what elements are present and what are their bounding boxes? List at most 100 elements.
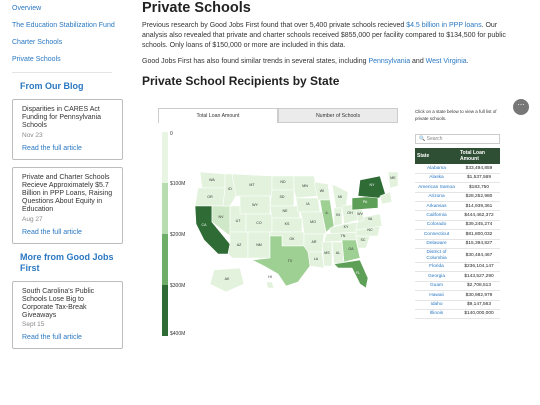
table-row[interactable]: District of Columbia $30,484,467 <box>415 248 500 264</box>
state-link[interactable]: Georgia <box>415 271 458 282</box>
loan-amount: $30,982,979 <box>458 290 500 301</box>
table-row[interactable]: Idaho $9,147,563 <box>415 300 500 310</box>
column-header-total-loan[interactable]: Total Loan Amount <box>458 148 500 164</box>
state-label: NY <box>370 183 376 187</box>
state-label: LA <box>314 257 319 261</box>
state-table-panel: Click on a state below to view a full li… <box>415 109 500 326</box>
state-label: MN <box>302 184 308 188</box>
sidebar-divider <box>12 72 112 73</box>
state-link[interactable]: Alaska <box>415 173 458 184</box>
read-article-link[interactable]: Read the full article <box>22 145 114 153</box>
state-label: ID <box>228 187 232 191</box>
state-link[interactable]: Colorado <box>415 220 458 231</box>
column-header-state[interactable]: State <box>415 148 458 164</box>
table-row[interactable]: Connecticut $81,800,032 <box>415 229 500 240</box>
state-label: TX <box>288 259 293 263</box>
sidebar-link-private-schools[interactable]: Private Schools <box>12 51 124 68</box>
west-virginia-link[interactable]: West Virginia <box>426 58 467 65</box>
state-HI[interactable] <box>265 281 275 289</box>
table-row[interactable]: Guam $2,708,513 <box>415 281 500 292</box>
table-row[interactable]: California $444,462,372 <box>415 210 500 221</box>
state-link[interactable]: Arizona <box>415 192 458 203</box>
search-input[interactable]: 🔍 Search <box>415 134 500 144</box>
state-label: GA <box>348 247 354 251</box>
state-link[interactable]: Delaware <box>415 239 458 250</box>
state-link[interactable]: American Samoa <box>415 182 458 193</box>
state-link[interactable]: California <box>415 210 458 221</box>
table-row[interactable]: Alabama $33,494,859 <box>415 164 500 174</box>
loan-amount: $28,252,980 <box>458 192 500 203</box>
state-label: WA <box>209 178 215 182</box>
table-row[interactable]: Colorado $39,245,274 <box>415 220 500 231</box>
state-NY[interactable] <box>357 175 387 199</box>
table-row[interactable]: Hawaii $30,982,979 <box>415 290 500 301</box>
table-row[interactable]: Arizona $28,252,980 <box>415 192 500 203</box>
state-ME[interactable] <box>387 171 399 189</box>
more-options-icon[interactable]: ⋯ <box>513 99 529 115</box>
loan-amount: $444,462,372 <box>458 210 500 221</box>
table-row[interactable]: Georgia $143,527,290 <box>415 271 500 282</box>
search-placeholder: Search <box>426 136 443 142</box>
trends-and: and <box>410 58 426 65</box>
table-row[interactable]: Illinois $140,000,000 <box>415 309 500 320</box>
table-scroll[interactable]: State Total Loan Amount Alabama $33,494,8… <box>415 144 500 326</box>
read-article-link[interactable]: Read the full article <box>22 229 114 237</box>
card-date: Aug 27 <box>22 215 43 223</box>
state-label: MS <box>324 251 330 255</box>
state-link[interactable]: Florida <box>415 262 458 273</box>
state-label: IL <box>326 211 329 215</box>
state-link[interactable]: Hawaii <box>415 290 458 301</box>
state-label: OR <box>207 195 213 199</box>
state-label: PA <box>363 200 368 204</box>
state-label: FL <box>356 271 360 275</box>
state-label: VA <box>368 217 373 221</box>
sidebar-link-education-stabilization-fund[interactable]: The Education Stabilization Fund <box>12 17 124 34</box>
read-article-link[interactable]: Read the full article <box>22 334 114 342</box>
loan-amount: $143,527,290 <box>458 271 500 282</box>
trends-paragraph: Good Jobs First has also found similar t… <box>142 57 522 67</box>
state-label: HI <box>268 275 272 279</box>
pennsylvania-link[interactable]: Pennsylvania <box>368 58 410 65</box>
state-link[interactable]: Idaho <box>415 300 458 310</box>
state-link[interactable]: Connecticut <box>415 229 458 240</box>
sidebar-link-charter-schools[interactable]: Charter Schools <box>12 34 124 51</box>
main-content: Private Schools Previous research by Goo… <box>142 0 522 88</box>
state-IN[interactable] <box>333 207 343 227</box>
state-label: NE <box>283 209 289 213</box>
legend-label: $400M <box>170 331 186 337</box>
trends-text: Good Jobs First has also found similar t… <box>142 58 369 65</box>
table-row[interactable]: American Samoa $183,750 <box>415 182 500 193</box>
state-link[interactable]: Arkansas <box>415 201 458 212</box>
table-row[interactable]: Alaska $1,537,569 <box>415 173 500 184</box>
state-label: KY <box>344 225 349 229</box>
state-link[interactable]: Alabama <box>415 164 458 174</box>
state-label: SD <box>280 195 285 199</box>
state-label: ME <box>390 176 396 180</box>
sidebar-link-overview[interactable]: Overview <box>12 0 124 17</box>
table-row[interactable]: Delaware $15,394,827 <box>415 239 500 250</box>
table-row[interactable]: Florida $236,104,147 <box>415 262 500 273</box>
card-title: Private and Charter Schools Recieve Appr… <box>22 173 113 214</box>
tab-number-of-schools[interactable]: Number of Schools <box>278 108 398 123</box>
state-link[interactable]: Illinois <box>415 309 458 320</box>
loan-amount: $2,708,513 <box>458 281 500 292</box>
state-label: CO <box>256 221 262 225</box>
loan-amount: $183,750 <box>458 182 500 193</box>
state-label: WY <box>252 203 258 207</box>
table-row[interactable]: Arkansas $14,939,361 <box>415 201 500 212</box>
loan-amount: $33,494,859 <box>458 164 500 174</box>
ppp-loans-link[interactable]: $4.5 billion in PPP loans <box>406 22 481 29</box>
page-title: Private Schools <box>142 0 251 16</box>
legend-label: $200M <box>170 232 186 238</box>
state-label: CA <box>202 223 208 227</box>
state-link[interactable]: District of Columbia <box>415 248 458 264</box>
state-FL[interactable] <box>333 259 369 289</box>
table-instructions: Click on a state below to view a full li… <box>415 109 497 121</box>
state-label: AR <box>312 240 317 244</box>
state-link[interactable]: Guam <box>415 281 458 292</box>
tab-total-loan-amount[interactable]: Total Loan Amount <box>158 108 278 123</box>
card-date: Sept 15 <box>22 321 45 329</box>
loan-amount: $30,484,467 <box>458 248 500 264</box>
us-choropleth-map[interactable]: WA OR CA NV ID MT WY UT AZ CO NM ND SD NE KS OK TX MN IA MO… <box>190 170 400 295</box>
color-legend <box>162 132 168 336</box>
